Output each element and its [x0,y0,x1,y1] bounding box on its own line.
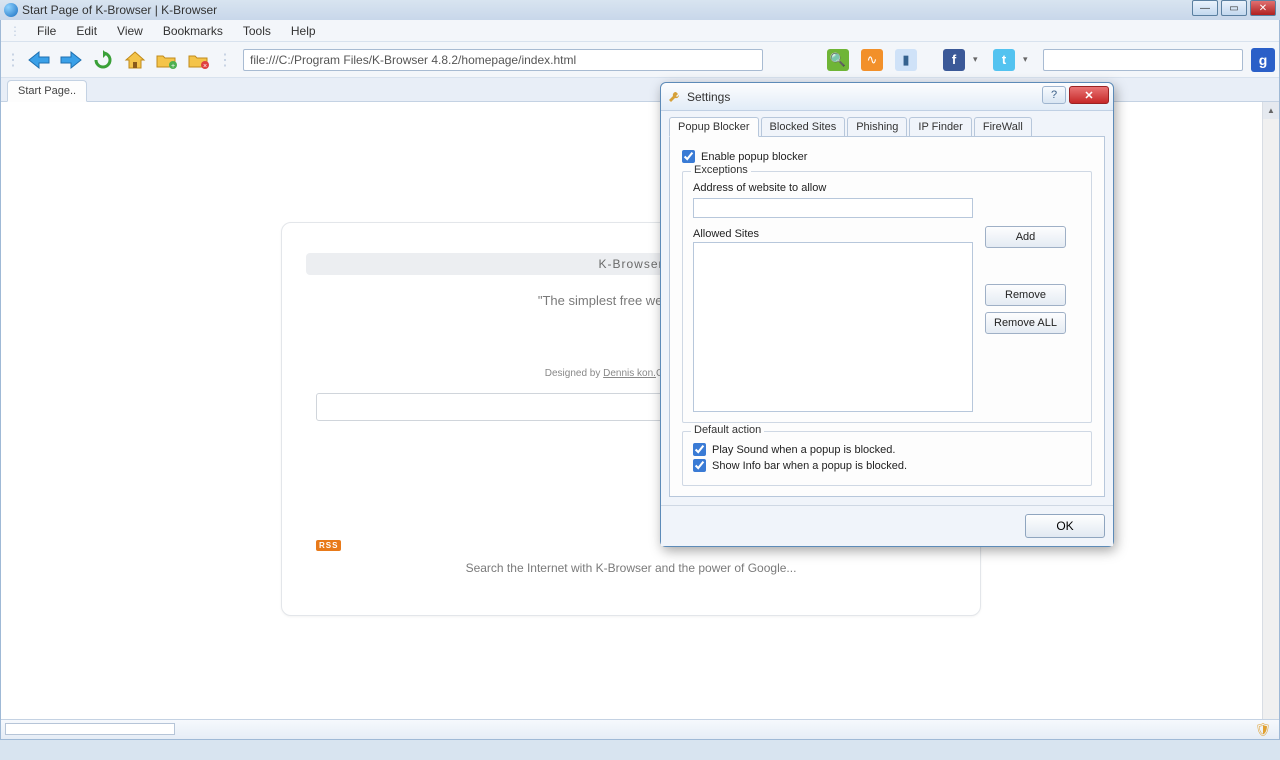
search-button[interactable]: 🔍 [827,49,849,71]
default-action-legend: Default action [691,424,764,436]
back-button[interactable] [25,46,53,74]
remove-button[interactable]: Remove [985,284,1066,306]
arrow-left-icon [27,50,51,70]
open-folder-button[interactable]: + [153,46,181,74]
exceptions-group: Exceptions Address of website to allow A… [682,171,1092,423]
menu-bookmarks[interactable]: Bookmarks [153,22,233,40]
reload-button[interactable] [89,46,117,74]
google-search-button[interactable]: g [1251,48,1275,72]
vertical-scrollbar[interactable]: ▲ [1262,102,1279,719]
enable-popup-blocker-input[interactable] [682,150,695,163]
designer-link[interactable]: Dennis kon. [603,368,656,379]
menu-help[interactable]: Help [281,22,326,40]
maximize-button[interactable]: ▭ [1221,0,1247,16]
dialog-help-button[interactable]: ? [1042,86,1066,104]
show-infobar-checkbox[interactable]: Show Info bar when a popup is blocked. [693,459,1081,472]
rss-badge[interactable]: RSS [316,540,341,551]
address-text: file:///C:/Program Files/K-Browser 4.8.2… [250,53,576,67]
show-infobar-input[interactable] [693,459,706,472]
svg-text:×: × [203,63,207,70]
search-input[interactable] [1043,49,1243,71]
folder-delete-icon: × [187,50,211,70]
address-input[interactable] [693,198,973,218]
minimize-button[interactable]: — [1192,0,1218,16]
tab-blocked-sites[interactable]: Blocked Sites [761,117,846,136]
delete-folder-button[interactable]: × [185,46,213,74]
enable-popup-blocker-checkbox[interactable]: Enable popup blocker [682,150,1092,163]
facebook-icon: f [952,52,956,67]
settings-dialog: Settings ? ✕ Popup Blocker Blocked Sites… [660,82,1114,547]
dialog-close-button[interactable]: ✕ [1069,86,1109,104]
rss-button[interactable]: ∿ [861,49,883,71]
bookmark-icon: ▮ [902,52,909,68]
magnifier-icon: 🔍 [830,52,846,68]
reload-icon [93,50,113,70]
scroll-up-icon[interactable]: ▲ [1263,102,1279,119]
play-sound-checkbox[interactable]: Play Sound when a popup is blocked. [693,443,1081,456]
dialog-tabs: Popup Blocker Blocked Sites Phishing IP … [669,115,1105,137]
progress-bar [5,723,175,735]
tab-start-page[interactable]: Start Page.. [7,80,87,102]
bookmark-button[interactable]: ▮ [895,49,917,71]
google-icon: g [1259,52,1268,68]
add-button[interactable]: Add [985,226,1066,248]
window-titlebar: Start Page of K-Browser | K-Browser — ▭ … [0,0,1280,20]
rss-icon: ∿ [867,52,878,68]
tab-panel-popup-blocker: Enable popup blocker Exceptions Address … [669,137,1105,497]
tab-ip-finder[interactable]: IP Finder [909,117,971,136]
facebook-dropdown[interactable]: ▾ [973,54,983,65]
menu-view[interactable]: View [107,22,153,40]
forward-button[interactable] [57,46,85,74]
dialog-titlebar[interactable]: Settings ? ✕ [661,83,1113,111]
dialog-footer: OK [661,505,1113,546]
address-label: Address of website to allow [693,182,1081,194]
menu-file[interactable]: File [27,22,66,40]
app-icon [4,3,18,17]
default-action-group: Default action Play Sound when a popup i… [682,431,1092,486]
allowed-sites-listbox[interactable] [693,242,973,412]
address-bar[interactable]: file:///C:/Program Files/K-Browser 4.8.2… [243,49,763,71]
wrench-icon [667,90,681,104]
svg-text:+: + [171,63,175,70]
toolbar: ⋮ + × ⋮ file:///C:/Program Files/K-Brows… [1,42,1279,78]
ok-button[interactable]: OK [1025,514,1105,538]
folder-open-icon: + [155,50,179,70]
arrow-right-icon [59,50,83,70]
twitter-button[interactable]: t [993,49,1015,71]
shield-icon: 🛡 [1254,722,1271,738]
tab-phishing[interactable]: Phishing [847,117,907,136]
play-sound-input[interactable] [693,443,706,456]
twitter-dropdown[interactable]: ▾ [1023,54,1033,65]
page-footer-text: Search the Internet with K-Browser and t… [306,561,956,575]
menu-edit[interactable]: Edit [66,22,107,40]
facebook-button[interactable]: f [943,49,965,71]
menu-tools[interactable]: Tools [233,22,281,40]
tab-popup-blocker[interactable]: Popup Blocker [669,117,759,137]
menubar: ⋮ File Edit View Bookmarks Tools Help [1,20,1279,42]
window-close-button[interactable]: ✕ [1250,0,1276,16]
home-button[interactable] [121,46,149,74]
allowed-sites-label: Allowed Sites [693,228,973,240]
dialog-title: Settings [687,90,730,104]
exceptions-legend: Exceptions [691,164,751,176]
tab-label: Start Page.. [18,85,76,97]
twitter-icon: t [1002,52,1006,67]
window-title: Start Page of K-Browser | K-Browser [22,3,217,17]
tab-firewall[interactable]: FireWall [974,117,1032,136]
home-icon [124,50,146,70]
remove-all-button[interactable]: Remove ALL [985,312,1066,334]
statusbar: 🛡 [1,719,1279,739]
